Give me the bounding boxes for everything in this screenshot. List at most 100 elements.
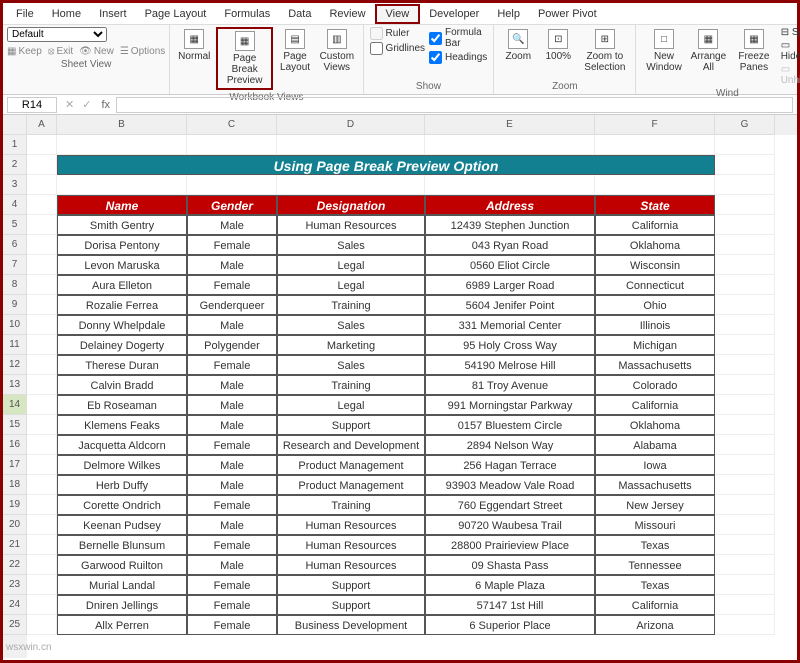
table-cell[interactable]: Female (187, 355, 277, 375)
table-row[interactable]: Dorisa PentonyFemaleSales043 Ryan RoadOk… (27, 235, 797, 255)
table-row[interactable]: Bernelle BlunsumFemaleHuman Resources288… (27, 535, 797, 555)
table-row[interactable]: Delainey DogertyPolygenderMarketing95 Ho… (27, 335, 797, 355)
row-header-23[interactable]: 23 (3, 575, 27, 595)
select-all-corner[interactable] (3, 115, 27, 135)
split-button[interactable]: ⊟ Split (781, 27, 800, 38)
table-cell[interactable]: Wisconsin (595, 255, 715, 275)
spreadsheet-grid[interactable]: 1234567891011121314151617181920212223242… (3, 115, 797, 658)
table-cell[interactable]: Product Management (277, 455, 425, 475)
row-header-9[interactable]: 9 (3, 295, 27, 315)
row-header-12[interactable]: 12 (3, 355, 27, 375)
table-cell[interactable]: Garwood Ruilton (57, 555, 187, 575)
table-row[interactable]: Dniren JellingsFemaleSupport57147 1st Hi… (27, 595, 797, 615)
table-cell[interactable]: 991 Morningstar Parkway (425, 395, 595, 415)
table-row[interactable]: Corette OndrichFemaleTraining760 Eggenda… (27, 495, 797, 515)
table-cell[interactable]: Colorado (595, 375, 715, 395)
table-cell[interactable]: Male (187, 455, 277, 475)
new-window-button[interactable]: □New Window (642, 27, 685, 75)
freeze-panes-button[interactable]: ▦Freeze Panes (731, 27, 777, 75)
table-row[interactable]: Aura ElletonFemaleLegal6989 Larger RoadC… (27, 275, 797, 295)
table-cell[interactable]: 93903 Meadow Vale Road (425, 475, 595, 495)
zoom-to-selection-button[interactable]: ⊞Zoom to Selection (580, 27, 629, 75)
table-cell[interactable]: Training (277, 375, 425, 395)
row-header-16[interactable]: 16 (3, 435, 27, 455)
table-cell[interactable]: Connecticut (595, 275, 715, 295)
table-cell[interactable]: 6 Superior Place (425, 615, 595, 635)
menu-power-pivot[interactable]: Power Pivot (529, 6, 606, 22)
table-cell[interactable]: Sales (277, 355, 425, 375)
unhide-button[interactable]: ▭ Unhide (781, 64, 800, 86)
row-header-10[interactable]: 10 (3, 315, 27, 335)
sheetview-dropdown[interactable]: Default (7, 27, 107, 42)
table-cell[interactable]: Rozalie Ferrea (57, 295, 187, 315)
table-cell[interactable]: Keenan Pudsey (57, 515, 187, 535)
table-cell[interactable]: Legal (277, 275, 425, 295)
row-header-20[interactable]: 20 (3, 515, 27, 535)
table-cell[interactable]: Female (187, 235, 277, 255)
enter-icon[interactable]: ✓ (78, 98, 95, 111)
table-cell[interactable]: Female (187, 495, 277, 515)
table-row[interactable]: Levon MaruskaMaleLegal0560 Eliot CircleW… (27, 255, 797, 275)
formula-bar-checkbox[interactable]: Formula Bar (429, 27, 487, 49)
table-cell[interactable]: Female (187, 275, 277, 295)
table-cell[interactable]: Human Resources (277, 215, 425, 235)
row-header-22[interactable]: 22 (3, 555, 27, 575)
zoom-100-button[interactable]: ⊡100% (540, 27, 576, 64)
table-cell[interactable]: Polygender (187, 335, 277, 355)
table-cell[interactable]: 760 Eggendart Street (425, 495, 595, 515)
table-cell[interactable]: Support (277, 595, 425, 615)
table-row[interactable]: Jacquetta AldcornFemaleResearch and Deve… (27, 435, 797, 455)
table-cell[interactable]: Male (187, 315, 277, 335)
row-header-17[interactable]: 17 (3, 455, 27, 475)
col-header-F[interactable]: F (595, 115, 715, 135)
menu-formulas[interactable]: Formulas (215, 6, 279, 22)
table-cell[interactable]: Sales (277, 235, 425, 255)
table-cell[interactable]: 331 Memorial Center (425, 315, 595, 335)
table-cell[interactable]: Male (187, 555, 277, 575)
hide-button[interactable]: ▭ Hide (781, 40, 800, 62)
table-cell[interactable]: Human Resources (277, 515, 425, 535)
exit-button[interactable]: ⦻ Exit (48, 46, 73, 57)
table-cell[interactable]: Klemens Feaks (57, 415, 187, 435)
table-cell[interactable]: Legal (277, 255, 425, 275)
table-cell[interactable]: Corette Ondrich (57, 495, 187, 515)
table-cell[interactable]: Research and Development (277, 435, 425, 455)
menu-developer[interactable]: Developer (420, 6, 488, 22)
table-cell[interactable]: Eb Roseaman (57, 395, 187, 415)
row-header-3[interactable]: 3 (3, 175, 27, 195)
row-header-7[interactable]: 7 (3, 255, 27, 275)
row-header-18[interactable]: 18 (3, 475, 27, 495)
row-header-25[interactable]: 25 (3, 615, 27, 635)
col-header-C[interactable]: C (187, 115, 277, 135)
table-cell[interactable]: Male (187, 515, 277, 535)
page-break-preview-button[interactable]: ▦Page Break Preview (216, 27, 273, 90)
row-header-8[interactable]: 8 (3, 275, 27, 295)
table-cell[interactable]: Allx Perren (57, 615, 187, 635)
table-cell[interactable]: Jacquetta Aldcorn (57, 435, 187, 455)
row-header-6[interactable]: 6 (3, 235, 27, 255)
table-cell[interactable]: California (595, 595, 715, 615)
table-row[interactable]: Calvin BraddMaleTraining81 Troy AvenueCo… (27, 375, 797, 395)
row-header-13[interactable]: 13 (3, 375, 27, 395)
table-cell[interactable]: Human Resources (277, 555, 425, 575)
table-cell[interactable]: Dniren Jellings (57, 595, 187, 615)
table-cell[interactable]: 0157 Bluestem Circle (425, 415, 595, 435)
table-cell[interactable]: Calvin Bradd (57, 375, 187, 395)
options-button[interactable]: ☰ Options (120, 46, 165, 57)
table-cell[interactable]: Levon Maruska (57, 255, 187, 275)
table-cell[interactable]: 043 Ryan Road (425, 235, 595, 255)
table-cell[interactable]: Male (187, 375, 277, 395)
col-header-A[interactable]: A (27, 115, 57, 135)
row-header-5[interactable]: 5 (3, 215, 27, 235)
menu-page-layout[interactable]: Page Layout (136, 6, 216, 22)
row-header-24[interactable]: 24 (3, 595, 27, 615)
table-cell[interactable]: Arizona (595, 615, 715, 635)
table-cell[interactable]: 256 Hagan Terrace (425, 455, 595, 475)
menu-view[interactable]: View (375, 4, 421, 24)
table-row[interactable]: Eb RoseamanMaleLegal991 Morningstar Park… (27, 395, 797, 415)
table-cell[interactable]: Product Management (277, 475, 425, 495)
table-cell[interactable]: Female (187, 575, 277, 595)
row-header-1[interactable]: 1 (3, 135, 27, 155)
table-cell[interactable]: Aura Elleton (57, 275, 187, 295)
formula-bar[interactable] (116, 97, 793, 113)
